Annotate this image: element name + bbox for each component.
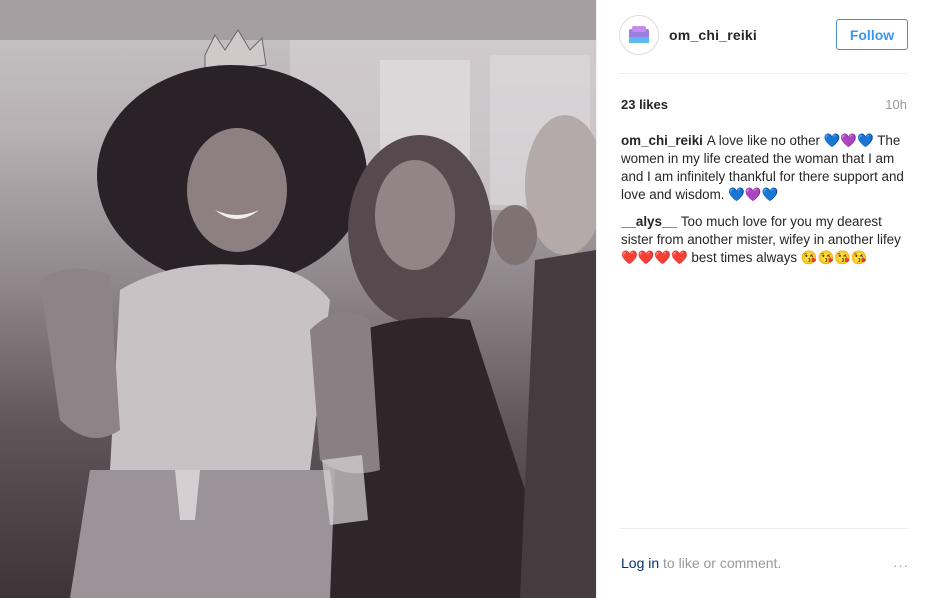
divider <box>619 528 908 529</box>
login-link[interactable]: Log in <box>621 555 659 571</box>
comment: __alys__ Too much love for you my dearest… <box>621 213 911 267</box>
post-side-panel: om_chi_reiki Follow 23 likes 10h om_chi_… <box>596 0 931 598</box>
comments-list: om_chi_reiki A love like no other 💙💜💙 The… <box>621 132 911 276</box>
post-footer: Log in to like or comment. <box>621 555 911 571</box>
username[interactable]: om_chi_reiki <box>669 27 757 43</box>
comment-author[interactable]: __alys__ <box>621 214 677 229</box>
follow-button[interactable]: Follow <box>836 19 908 50</box>
footer-text: to like or comment. <box>659 555 782 571</box>
comment-author[interactable]: om_chi_reiki <box>621 133 703 148</box>
avatar-image <box>620 16 658 54</box>
post-header: om_chi_reiki Follow <box>597 0 931 72</box>
likes-count[interactable]: 23 likes <box>621 97 668 112</box>
more-options-icon[interactable]: ··· <box>893 558 909 573</box>
comment: om_chi_reiki A love like no other 💙💜💙 The… <box>621 132 911 204</box>
post-photo[interactable] <box>0 0 596 598</box>
post-time[interactable]: 10h <box>885 97 907 112</box>
photo-illustration <box>0 0 596 598</box>
divider <box>619 73 908 74</box>
avatar[interactable] <box>619 15 659 55</box>
